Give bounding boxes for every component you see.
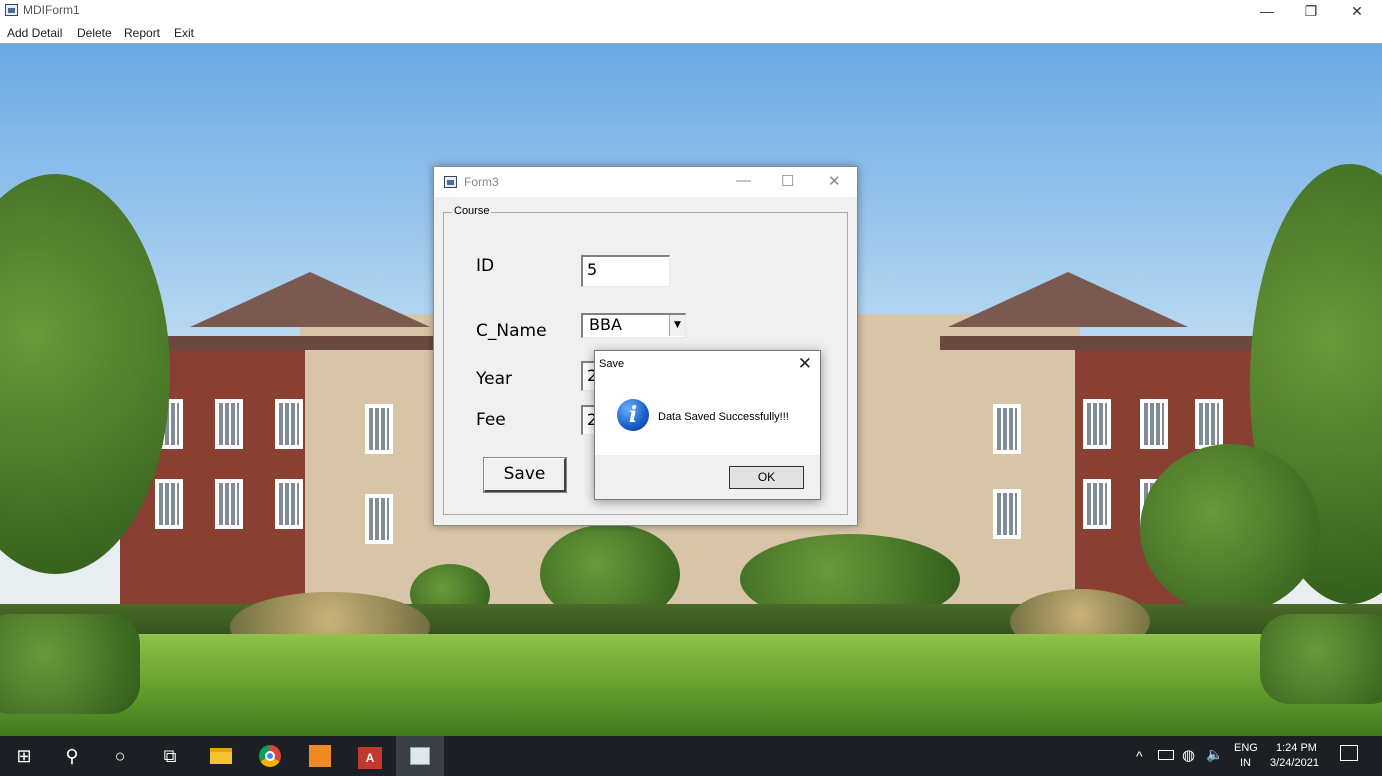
menu-item-delete[interactable]: Delete	[77, 26, 112, 40]
form3-maximize-button[interactable]: ☐	[781, 172, 794, 190]
network-icon[interactable]: ◍	[1182, 746, 1195, 764]
volume-icon[interactable]: 🔈	[1206, 746, 1223, 763]
cname-combobox[interactable]: BBA ▼	[581, 313, 686, 338]
minimize-button[interactable]: —	[1244, 0, 1290, 22]
save-message-box: Save ✕ i Data Saved Successfully!!! OK	[594, 350, 821, 500]
menu-item-add-detail[interactable]: Add Detail	[7, 26, 62, 40]
id-input[interactable]: 5	[581, 255, 670, 287]
save-button[interactable]: Save	[483, 457, 567, 493]
form3-minimize-button[interactable]: —	[736, 172, 751, 189]
menu-bar: Add Detail Delete Report Exit	[0, 22, 1382, 44]
mdi-title-bar[interactable]: MDIForm1 — ❐ ✕	[0, 0, 1382, 22]
cname-label: C_Name	[476, 321, 547, 341]
ok-button[interactable]: OK	[729, 466, 804, 489]
menu-item-exit[interactable]: Exit	[174, 26, 194, 40]
msgbox-message: Data Saved Successfully!!!	[658, 411, 789, 423]
access-icon[interactable]: A	[346, 736, 394, 776]
form3-title-bar[interactable]: Form3 — ☐ ✕	[434, 167, 857, 197]
year-label: Year	[476, 369, 512, 389]
msgbox-title: Save	[599, 358, 625, 370]
chrome-icon[interactable]	[246, 736, 294, 776]
language-bottom[interactable]: IN	[1240, 757, 1251, 769]
app-icon	[5, 4, 18, 16]
clock-time[interactable]: 1:24 PM	[1276, 742, 1317, 754]
language-top[interactable]: ENG	[1234, 742, 1258, 754]
vb-app-icon[interactable]	[396, 736, 444, 776]
close-button[interactable]: ✕	[1334, 0, 1380, 22]
form3-title: Form3	[464, 175, 499, 189]
tray-chevron-icon[interactable]: ^	[1136, 748, 1143, 764]
chevron-down-icon[interactable]: ▼	[669, 315, 685, 336]
clock-date[interactable]: 3/24/2021	[1270, 757, 1319, 769]
msgbox-close-button[interactable]: ✕	[798, 354, 812, 374]
cortana-icon[interactable]: ○	[96, 736, 144, 776]
file-explorer-icon[interactable]	[197, 736, 245, 776]
fee-label: Fee	[476, 410, 506, 430]
search-icon[interactable]: ⚲	[48, 736, 96, 776]
course-group-label: Course	[452, 205, 492, 217]
start-icon[interactable]: ⊞	[0, 736, 48, 776]
id-label: ID	[476, 256, 495, 276]
restore-button[interactable]: ❐	[1288, 0, 1334, 22]
form-icon	[444, 176, 457, 188]
taskbar: ⊞ ⚲ ○ ⧉ A ^ ◍ 🔈 ENG IN 1:24 PM 3/24/2021	[0, 736, 1382, 776]
app-icon-orange[interactable]	[296, 736, 344, 776]
mdi-window-title: MDIForm1	[23, 3, 80, 17]
battery-icon[interactable]	[1158, 750, 1174, 760]
info-icon: i	[617, 399, 649, 431]
cname-selected-value: BBA	[589, 315, 622, 334]
notification-icon[interactable]	[1340, 745, 1358, 761]
menu-item-report[interactable]: Report	[124, 26, 160, 40]
form3-close-button[interactable]: ✕	[828, 172, 841, 190]
task-view-icon[interactable]: ⧉	[146, 736, 194, 776]
